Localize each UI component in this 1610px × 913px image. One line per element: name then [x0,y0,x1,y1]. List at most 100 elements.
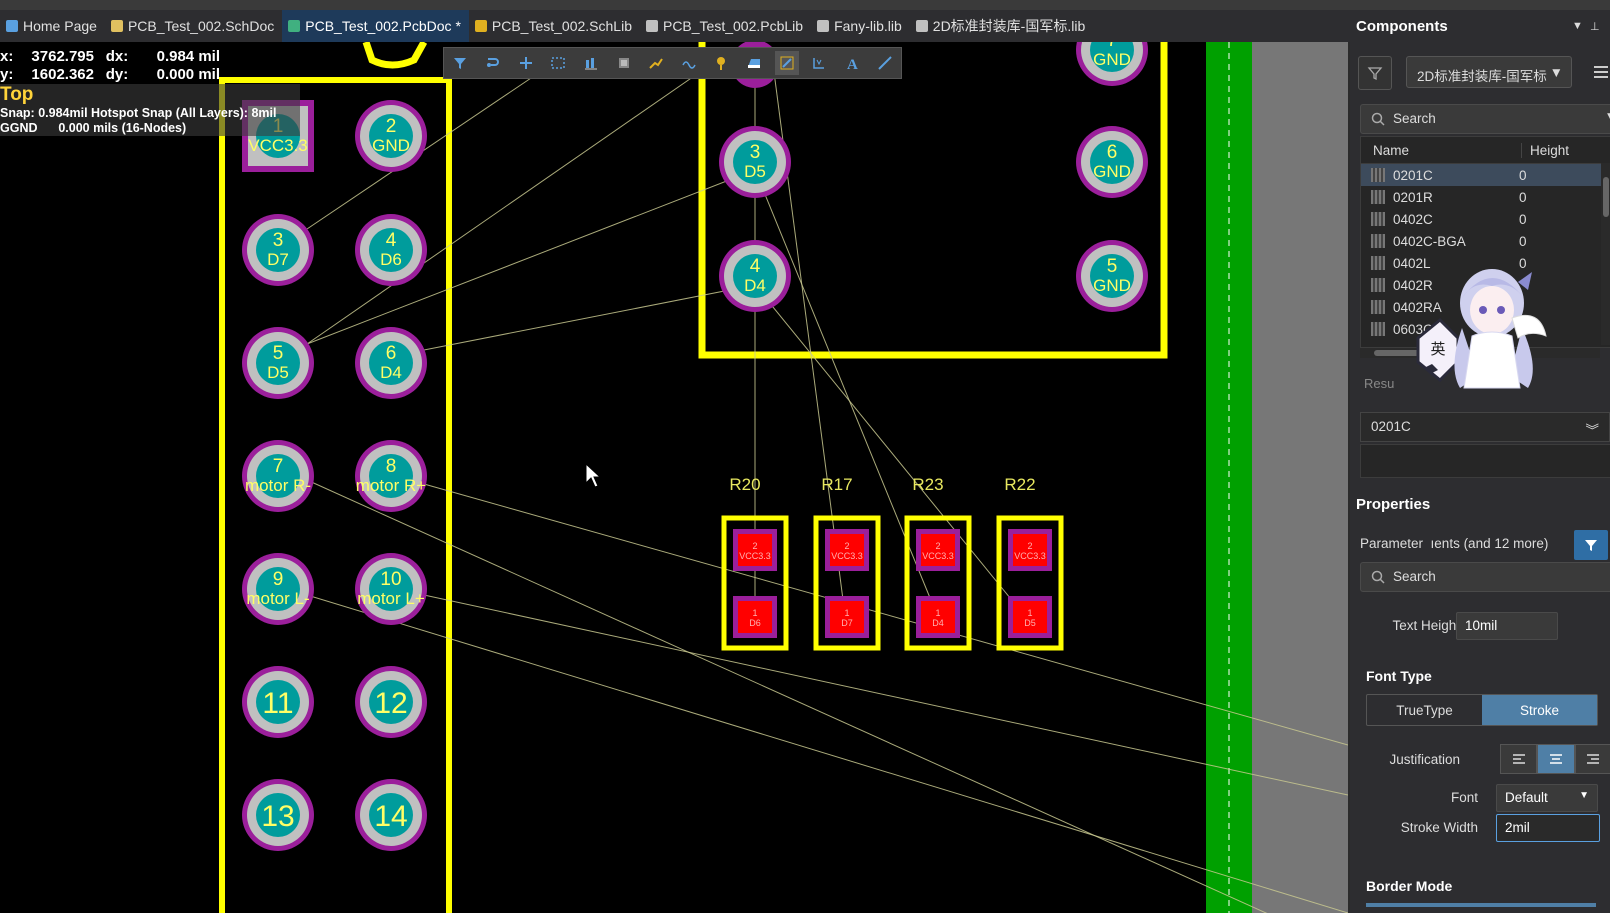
font-type-stroke-button[interactable]: Stroke [1482,695,1597,725]
components-search-input[interactable]: Search ▼ [1360,104,1610,134]
border-mode-section-title: Border Mode [1366,878,1453,894]
tab-5[interactable]: Fany-lib.lib [811,10,910,42]
pad-number: 9 [273,569,284,590]
footprint-icon [1371,234,1385,248]
pad-number: 2 [386,116,397,137]
lib-icon [915,20,928,32]
pad-net-name: VCC3.3 [831,551,863,561]
tab-2[interactable]: PCB_Test_002.PcbDoc * [282,10,469,42]
justify-center-icon[interactable] [1537,744,1575,774]
column-header-height[interactable]: Height [1522,143,1569,158]
text-height-input[interactable]: 10mil [1456,612,1558,640]
font-dropdown-value: Default [1505,790,1548,805]
component-row[interactable]: 0201C 0 [1361,164,1610,186]
properties-search-input[interactable]: Search [1360,562,1610,592]
align-icon[interactable] [579,51,603,75]
pad-net-name: D5 [744,162,766,181]
filter-icon [1585,540,1597,551]
hud-dy-value: 0.000 mil [156,66,220,83]
justify-right-icon[interactable] [1574,744,1610,774]
font-label: Font [1450,790,1478,805]
pad-net-name: D6 [749,618,761,628]
polygon-icon[interactable] [742,51,766,75]
component-height: 0 [1519,233,1527,249]
properties-search-placeholder: Search [1393,569,1436,584]
component-height: 0 [1519,167,1527,183]
tab-1[interactable]: PCB_Test_002.SchDoc [105,10,282,42]
chevron-down-icon: ▼ [1579,790,1589,801]
font-dropdown[interactable]: Default ▼ [1496,784,1598,812]
components-filter-button[interactable] [1358,56,1392,90]
ime-label[interactable]: 英 [1430,340,1445,358]
line-icon[interactable] [873,51,897,75]
selected-component-dropdown[interactable]: 0201C ︾ [1360,412,1610,442]
pcb-canvas[interactable]: 1VCC3.32GND3D74D65D56D47motor R-8motor R… [0,42,1348,913]
grid-vertical-scrollbar[interactable] [1601,163,1610,345]
resistor-designator: R17 [821,475,852,494]
lib-icon [817,20,830,32]
component-icon[interactable] [612,51,636,75]
measure-icon[interactable] [807,51,831,75]
diff-pair-icon[interactable] [677,51,701,75]
border-mode-control[interactable] [1366,903,1596,907]
filter-icon[interactable] [448,51,472,75]
component-row[interactable]: 0402C 0 [1361,208,1610,230]
component-height: 0 [1519,211,1527,227]
panel-pin-icon[interactable]: ⊥ [1590,20,1600,33]
parameter-value[interactable]: ıents (and 12 more) [1431,536,1549,551]
component-name: 0402C [1393,211,1433,227]
pad-number: 7 [273,456,284,477]
coordinate-hud: x: 3762.795 dx: 0.984 mil y: 1602.362 dy… [0,48,300,136]
properties-filter-button[interactable] [1574,530,1608,560]
tab-3[interactable]: PCB_Test_002.SchLib [469,10,640,42]
pad-net-name: D4 [932,618,944,628]
stroke-width-label: Stroke Width [1400,820,1478,835]
tab-6[interactable]: 2D标准封装库-国军标.lib [910,10,1093,42]
search-icon [1371,112,1385,129]
hamburger-menu-icon[interactable] [1586,56,1610,88]
pad-net-name: D4 [744,276,766,295]
column-header-name[interactable]: Name [1361,142,1522,158]
footprint-icon [1371,190,1385,204]
interactive-route-icon[interactable] [644,51,668,75]
tab-4[interactable]: PCB_Test_002.PcbLib [640,10,811,42]
dimension-icon[interactable] [774,51,799,75]
pad-net-name: motor R- [245,476,311,495]
pad-number: 6 [386,343,397,364]
justify-left-icon[interactable] [1500,744,1538,774]
grid-scroll-thumb[interactable] [1603,177,1609,217]
component-name: 0201C [1393,167,1433,183]
pcb-drawing[interactable]: 1VCC3.32GND3D74D65D56D47motor R-8motor R… [0,42,1348,913]
tab-label: Home Page [23,18,97,34]
via-icon[interactable] [709,51,733,75]
pad-number: 3 [273,230,284,251]
pad-number: 5 [1107,256,1118,277]
component-row[interactable]: 0201R 0 [1361,186,1610,208]
pad-number: 8 [386,456,397,477]
pad-net-name: VCC3.3 [248,136,308,155]
crosshair-icon[interactable] [514,51,538,75]
ratsnest-line [306,594,1348,913]
components-search-placeholder: Search [1393,111,1436,126]
library-dropdown[interactable]: 2D标准封装库-国军标 ▼ [1406,56,1572,88]
ratsnest-line [754,284,1029,621]
pad-net-name: motor L- [246,589,309,608]
panel-menu-arrow-icon[interactable]: ▼ [1572,20,1583,32]
route-icon[interactable] [481,51,505,75]
results-label: Resu [1364,376,1395,391]
double-chevron-down-icon: ︾ [1585,423,1600,438]
document-tab-bar: Home Page PCB_Test_002.SchDoc PCB_Test_002… [0,10,1350,42]
stroke-width-input[interactable]: 2mil [1496,814,1600,842]
pcblib-icon [645,20,658,32]
text-icon[interactable]: A [840,51,864,75]
tab-0[interactable]: Home Page [0,10,105,42]
component-name: 0201R [1393,189,1433,205]
resistor-designator: R20 [729,475,760,494]
select-rect-icon[interactable] [546,51,570,75]
font-type-truetype-button[interactable]: TrueType [1367,695,1482,725]
selected-component-value: 0201C [1371,419,1411,434]
search-options-arrow-icon[interactable]: ▼ [1605,111,1610,122]
component-row[interactable]: 0402C-BGA 0 [1361,230,1610,252]
pad-number: 13 [261,800,294,833]
components-panel-title: Components [1356,18,1448,35]
